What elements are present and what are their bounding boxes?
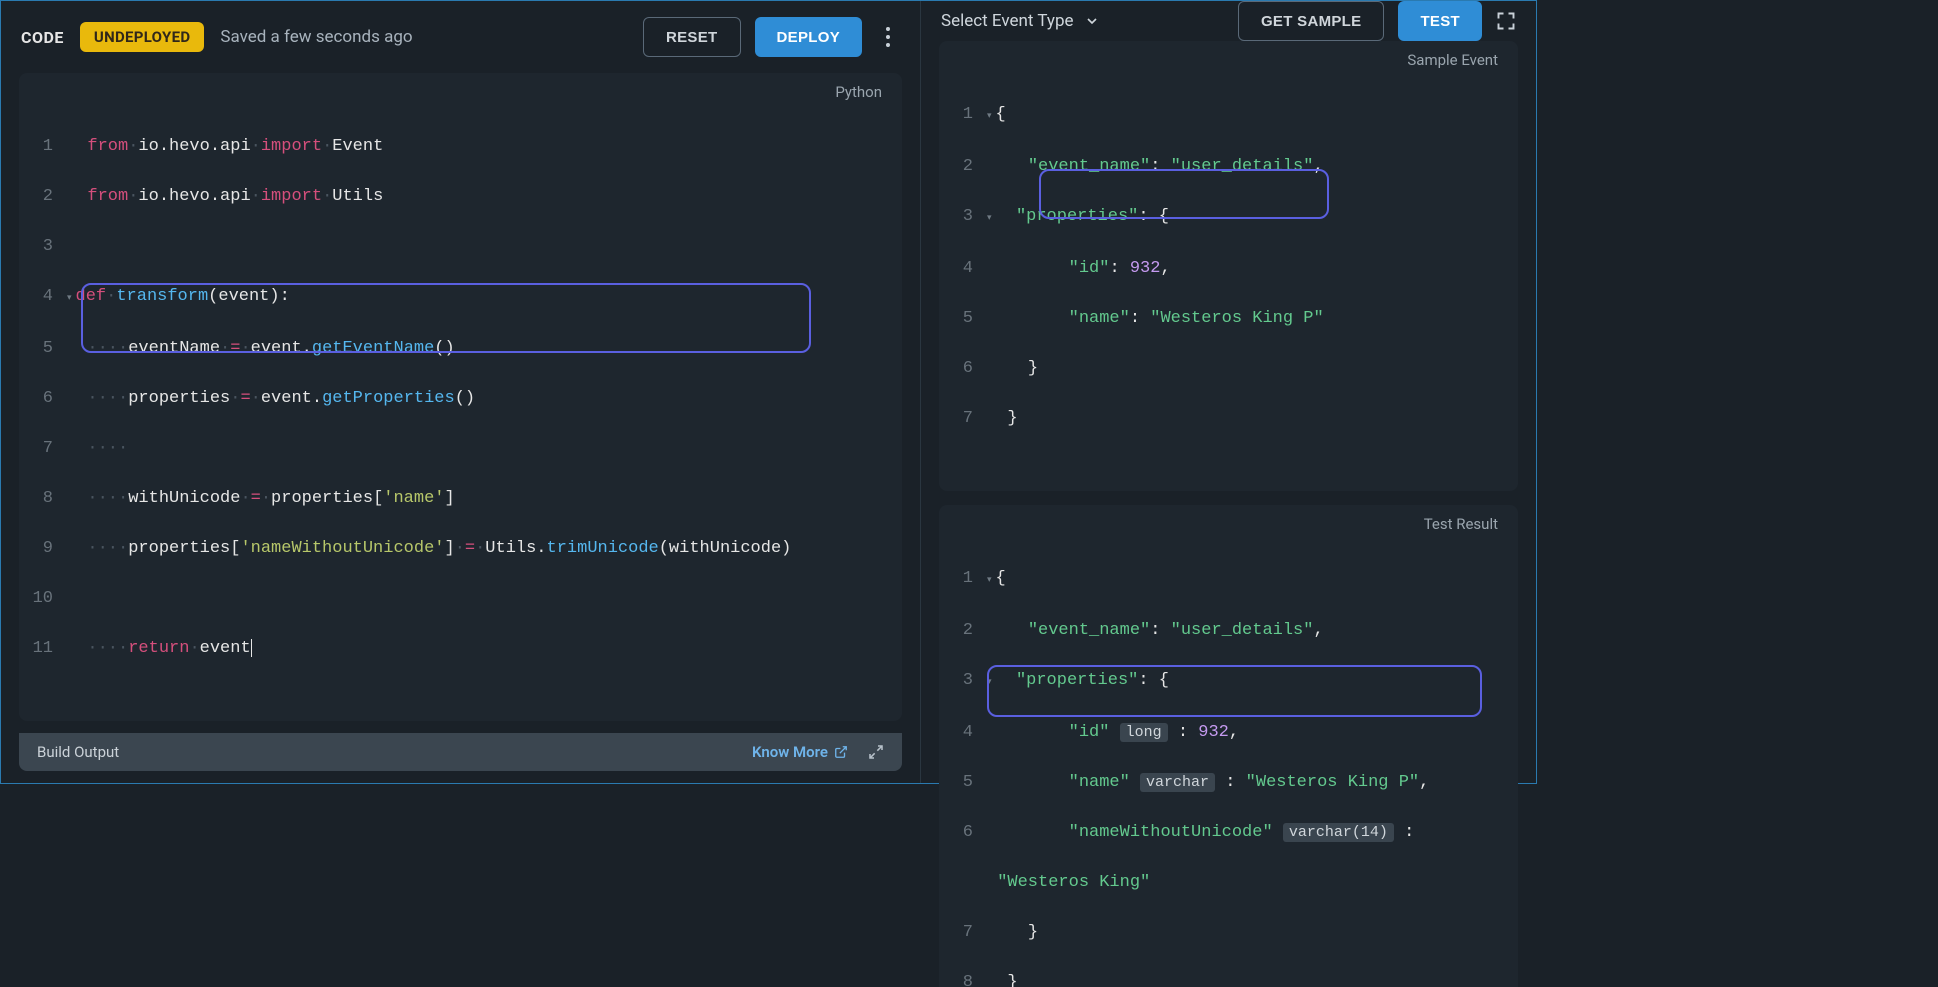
expand-icon[interactable] bbox=[868, 744, 884, 760]
code-editor-panel: Python 1 from·io.hevo.api·import·Event 2… bbox=[19, 73, 902, 721]
code-label: CODE bbox=[21, 28, 64, 47]
build-output-label: Build Output bbox=[37, 743, 119, 761]
right-toolbar: Select Event Type GET SAMPLE TEST bbox=[921, 1, 1536, 41]
saved-text: Saved a few seconds ago bbox=[220, 27, 412, 47]
know-more-link[interactable]: Know More bbox=[752, 743, 848, 761]
build-output-bar[interactable]: Build Output Know More bbox=[19, 733, 902, 771]
external-link-icon bbox=[834, 745, 848, 759]
test-result-panel: Test Result 1▾{ 2 "event_name": "user_de… bbox=[939, 505, 1518, 987]
chevron-down-icon bbox=[1084, 13, 1100, 29]
event-type-dropdown[interactable]: Select Event Type bbox=[941, 11, 1100, 31]
reset-button[interactable]: RESET bbox=[643, 17, 741, 57]
code-editor[interactable]: 1 from·io.hevo.api·import·Event 2 from·i… bbox=[19, 105, 902, 721]
left-toolbar: CODE UNDEPLOYED Saved a few seconds ago … bbox=[1, 1, 920, 73]
test-result-json[interactable]: 1▾{ 2 "event_name": "user_details", 3▾ "… bbox=[939, 537, 1518, 987]
sample-event-title: Sample Event bbox=[1407, 51, 1498, 73]
test-result-title: Test Result bbox=[1424, 515, 1498, 537]
get-sample-button[interactable]: GET SAMPLE bbox=[1238, 1, 1385, 41]
deploy-button[interactable]: DEPLOY bbox=[755, 17, 862, 57]
sample-event-panel: Sample Event 1▾{ 2 "event_name": "user_d… bbox=[939, 41, 1518, 491]
test-button[interactable]: TEST bbox=[1398, 1, 1482, 41]
status-badge: UNDEPLOYED bbox=[80, 22, 204, 52]
fullscreen-icon[interactable] bbox=[1496, 11, 1516, 31]
language-label: Python bbox=[835, 83, 882, 105]
more-menu-icon[interactable] bbox=[876, 27, 900, 47]
sample-event-json[interactable]: 1▾{ 2 "event_name": "user_details", 3▾ "… bbox=[939, 73, 1518, 491]
